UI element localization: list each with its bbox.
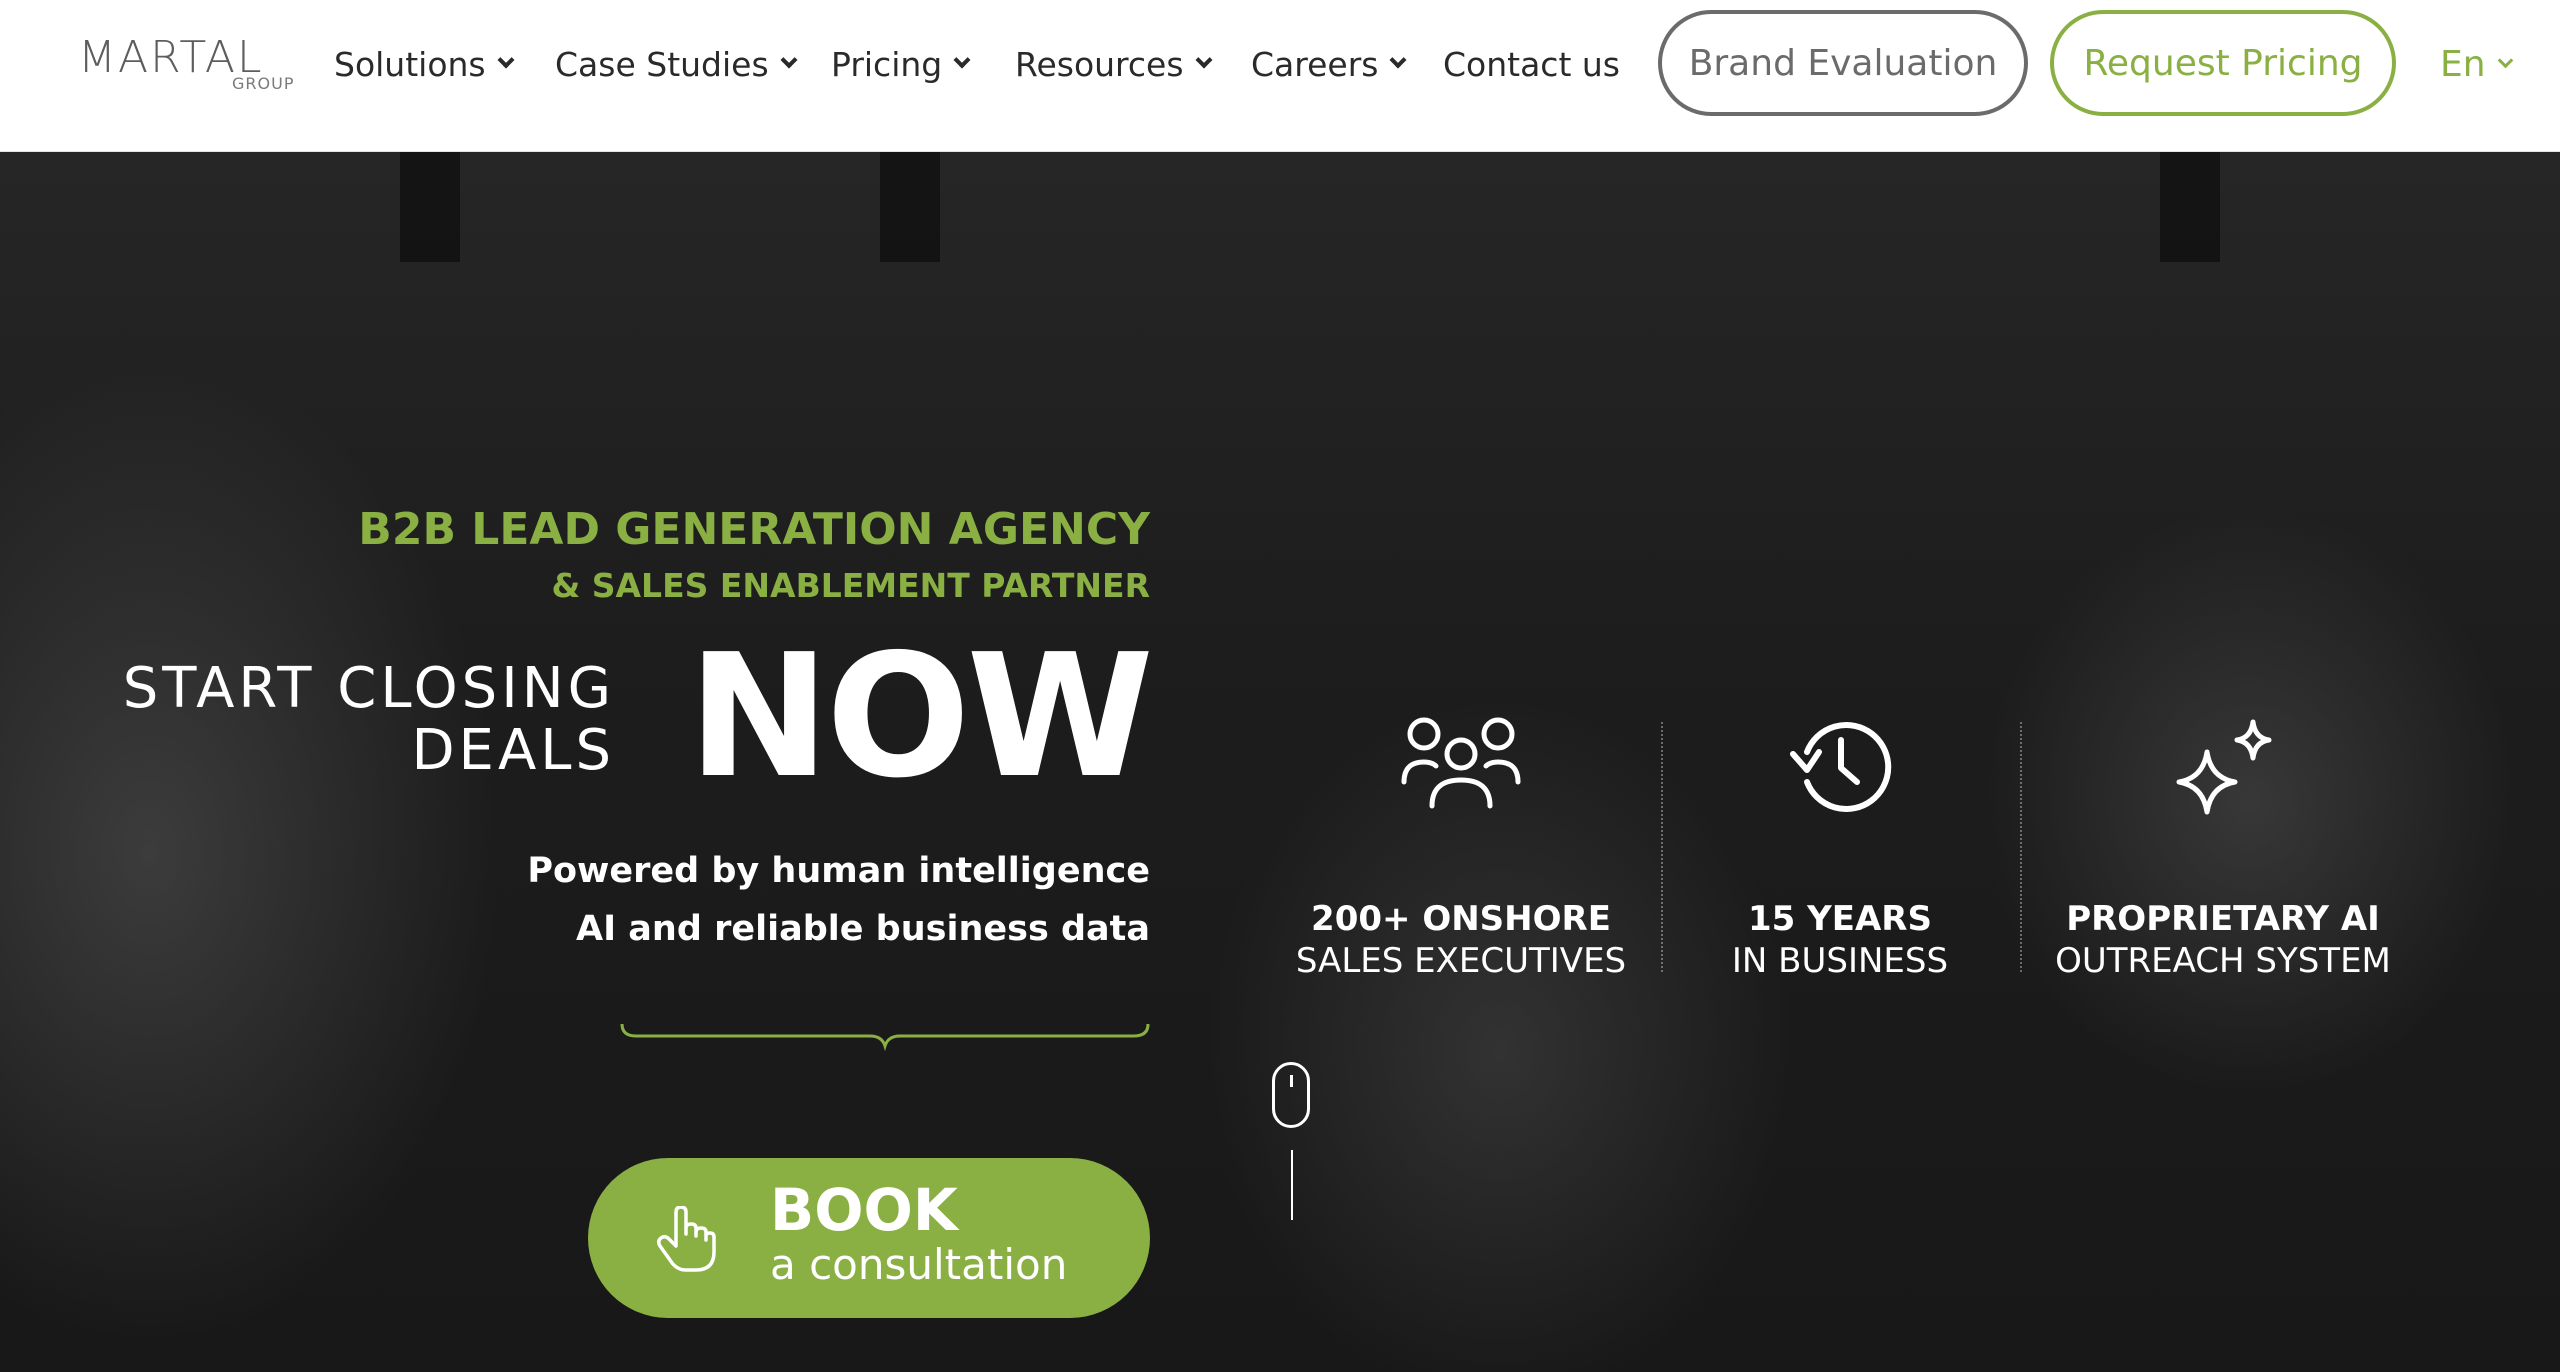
- nav-resources-label: Resources: [1015, 44, 1184, 84]
- language-selector[interactable]: En: [2440, 42, 2513, 86]
- nav-careers-label: Careers: [1251, 44, 1379, 84]
- brace-divider-icon: [620, 1023, 1150, 1052]
- nav-contact-us[interactable]: Contact us: [1443, 42, 1620, 86]
- headline-line-2: DEALS: [411, 718, 615, 783]
- book-label: BOOK: [770, 1176, 958, 1244]
- headline-line-1: START CLOSING: [122, 656, 615, 721]
- hero-tagline: B2B LEAD GENERATION AGENCY: [358, 504, 1150, 555]
- nav-resources[interactable]: Resources: [1015, 42, 1213, 86]
- stat-light-text: OUTREACH SYSTEM: [2055, 941, 2391, 981]
- background-shape: [400, 152, 460, 262]
- chevron-down-icon: [1389, 51, 1407, 69]
- stat-strong-text: 15 YEARS: [1748, 899, 1932, 939]
- pointer-hand-icon: [656, 1206, 716, 1272]
- nav-solutions[interactable]: Solutions: [334, 42, 515, 86]
- chevron-down-icon: [1195, 51, 1213, 69]
- subheadline-line-2: AI and reliable business data: [576, 909, 1150, 949]
- stat-light-text: IN BUSINESS: [1731, 941, 1949, 981]
- language-label: En: [2440, 43, 2486, 85]
- chevron-down-icon: [780, 51, 798, 69]
- site-header: MARTAL GROUP Solutions Case Studies Pric…: [0, 0, 2560, 152]
- nav-pricing-label: Pricing: [831, 44, 943, 84]
- chevron-down-icon: [953, 51, 971, 69]
- stat-light-text: SALES EXECUTIVES: [1295, 941, 1627, 981]
- book-consultation-button[interactable]: BOOK a consultation: [588, 1158, 1150, 1318]
- subheadline-line-1: Powered by human intelligence: [527, 851, 1150, 891]
- request-pricing-button[interactable]: Request Pricing: [2050, 10, 2396, 116]
- stat-divider: [2020, 722, 2022, 972]
- hero-tagline-sub: & SALES ENABLEMENT PARTNER: [551, 566, 1150, 605]
- logo-subtext: GROUP: [232, 74, 295, 93]
- scroll-indicator-line: [1291, 1150, 1293, 1220]
- chevron-down-icon: [497, 51, 515, 69]
- sparkles-icon: [2176, 719, 2272, 815]
- nav-case-studies[interactable]: Case Studies: [555, 42, 798, 86]
- book-sub-label: a consultation: [770, 1240, 1068, 1289]
- hero-section: B2B LEAD GENERATION AGENCY & SALES ENABL…: [0, 152, 2560, 1372]
- brand-evaluation-button[interactable]: Brand Evaluation: [1658, 10, 2028, 116]
- clock-history-icon: [1790, 722, 1892, 812]
- nav-contact-label: Contact us: [1443, 44, 1620, 84]
- stat-proprietary-ai: PROPRIETARY AI OUTREACH SYSTEM: [2023, 712, 2423, 982]
- nav-solutions-label: Solutions: [334, 44, 486, 84]
- stat-strong-text: PROPRIETARY AI: [2066, 899, 2380, 939]
- chevron-down-icon: [2497, 52, 2513, 68]
- hero-headline: START CLOSING DEALS: [123, 658, 615, 782]
- nav-pricing[interactable]: Pricing: [831, 42, 971, 86]
- hero-subheadline: Powered by human intelligence AI and rel…: [527, 842, 1150, 958]
- scroll-mouse-icon[interactable]: [1272, 1062, 1310, 1128]
- background-shape: [2160, 152, 2220, 262]
- hero-headline-now: NOW: [687, 618, 1154, 816]
- people-group-icon: [1401, 717, 1521, 809]
- background-shape: [880, 152, 940, 262]
- stat-strong-text: 200+ ONSHORE: [1311, 899, 1611, 939]
- nav-careers[interactable]: Careers: [1251, 42, 1407, 86]
- stat-years-in-business: 15 YEARS IN BUSINESS: [1640, 712, 2040, 982]
- martal-logo[interactable]: MARTAL GROUP: [78, 32, 298, 96]
- stat-sales-executives: 200+ ONSHORE SALES EXECUTIVES: [1261, 712, 1661, 982]
- nav-case-studies-label: Case Studies: [555, 44, 769, 84]
